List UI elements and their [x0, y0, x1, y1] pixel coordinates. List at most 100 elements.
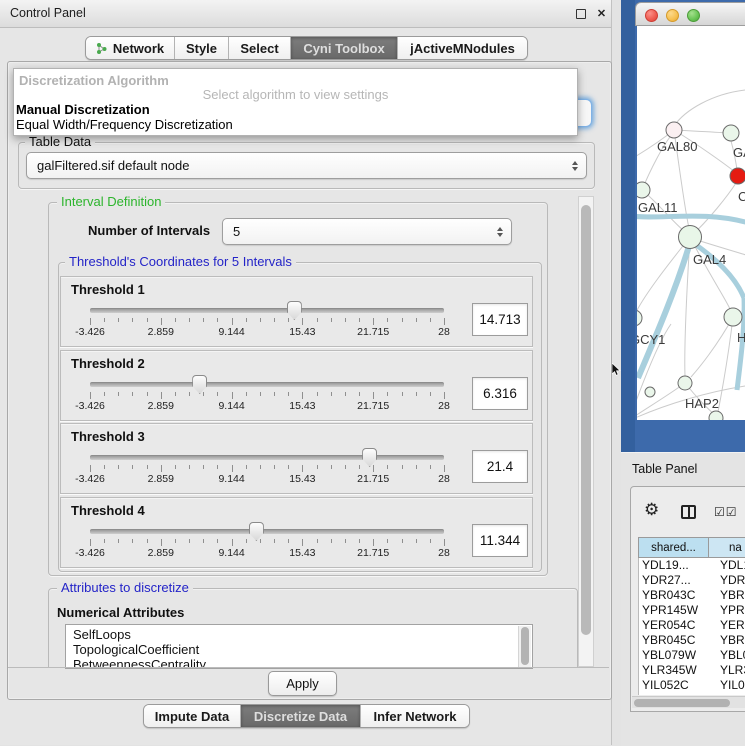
- threshold-label: Threshold 1: [71, 282, 145, 297]
- tab-impute-data[interactable]: Impute Data: [144, 705, 241, 727]
- close-traffic-light-icon[interactable]: [645, 9, 658, 22]
- threshold-value-field[interactable]: 11.344: [472, 524, 528, 557]
- slider-tick: [246, 392, 247, 396]
- tab-network[interactable]: Network: [86, 37, 175, 59]
- slider-track[interactable]: [90, 529, 444, 534]
- network-edge-thick[interactable]: [692, 242, 744, 298]
- table-row[interactable]: YBR043CYBR0: [639, 588, 745, 603]
- node-label-gal80: GAL80: [657, 139, 697, 154]
- column-layout-icon[interactable]: [681, 505, 696, 519]
- slider-tick: [189, 318, 190, 322]
- table-horizontal-scrollbar[interactable]: [632, 696, 745, 708]
- network-edge[interactable]: [674, 90, 745, 126]
- attributes-scrollbar-thumb[interactable]: [521, 627, 529, 665]
- content-scrollbar-thumb[interactable]: [581, 205, 591, 635]
- tab-cyni-toolbox[interactable]: Cyni Toolbox: [291, 37, 398, 59]
- slider-thumb[interactable]: [249, 522, 264, 541]
- tab-style[interactable]: Style: [175, 37, 229, 59]
- network-edge-thick[interactable]: [637, 216, 745, 223]
- tab-jactivemnodules[interactable]: jActiveMNodules: [398, 37, 527, 59]
- column-header-name[interactable]: na: [708, 537, 745, 558]
- network-edge[interactable]: [637, 383, 685, 416]
- slider-tick: [132, 392, 133, 396]
- slider-track[interactable]: [90, 382, 444, 387]
- number-of-intervals-spinner[interactable]: 5: [222, 218, 512, 245]
- cell-shared-name: YDL19...: [642, 558, 689, 572]
- network-node[interactable]: [637, 182, 650, 198]
- table-row[interactable]: YBL079WYBL0: [639, 648, 745, 663]
- tab-label: Cyni Toolbox: [303, 41, 384, 56]
- network-view-canvas[interactable]: GAL80GACGAL11GAL4GCY1HHAP2: [637, 26, 745, 420]
- slider-tick: [118, 465, 119, 469]
- attribute-item-selfloops[interactable]: SelfLoops: [73, 627, 131, 642]
- slider-tick-label: 21.715: [343, 473, 403, 485]
- cell-shared-name: YBR043C: [642, 588, 695, 602]
- slider-tick: [147, 465, 148, 469]
- slider-tick: [189, 465, 190, 469]
- numerical-attributes-list[interactable]: SelfLoopsTopologicalCoefficientBetweenne…: [65, 624, 533, 669]
- table-data-group-title: Table Data: [25, 135, 95, 149]
- table-row[interactable]: YIL052CYIL0: [639, 678, 745, 693]
- algorithm-option-manual-discretization[interactable]: Manual Discretization: [16, 102, 150, 117]
- slider-tick: [416, 318, 417, 322]
- slider-tick: [260, 392, 261, 396]
- slider-thumb[interactable]: [362, 448, 377, 467]
- table-row[interactable]: YER054CYER0: [639, 618, 745, 633]
- minimize-traffic-light-icon[interactable]: [666, 9, 679, 22]
- slider-tick: [118, 318, 119, 322]
- gear-icon[interactable]: ⚙: [644, 500, 659, 520]
- slider-tick: [373, 392, 374, 399]
- apply-button[interactable]: Apply: [268, 671, 337, 696]
- float-window-icon[interactable]: [576, 9, 586, 19]
- zoom-traffic-light-icon[interactable]: [687, 9, 700, 22]
- slider-tick: [302, 539, 303, 546]
- network-edge[interactable]: [691, 317, 733, 377]
- threshold-value-field[interactable]: 21.4: [472, 450, 528, 483]
- network-node[interactable]: [730, 168, 745, 184]
- column-header-shared-name[interactable]: shared...: [638, 537, 709, 558]
- content-scrollbar[interactable]: [578, 196, 594, 667]
- slider-tick-label: -3.426: [60, 326, 120, 338]
- tab-select[interactable]: Select: [229, 37, 291, 59]
- control-panel-window: Control Panel ✕ NetworkStyleSelect Cyni T…: [0, 0, 612, 745]
- checkbox-icons[interactable]: ☑☑: [714, 505, 738, 519]
- network-node[interactable]: [645, 387, 655, 397]
- close-icon[interactable]: ✕: [596, 9, 607, 20]
- algorithm-option-equal-width-frequency-discretization[interactable]: Equal Width/Frequency Discretization: [16, 117, 233, 132]
- table-data-combobox[interactable]: galFiltered.sif default node: [26, 152, 587, 179]
- network-node[interactable]: [679, 226, 702, 249]
- slider-tick: [132, 465, 133, 469]
- network-node[interactable]: [709, 411, 723, 420]
- cell-name: YIL0: [720, 678, 745, 692]
- table-horizontal-scrollbar-thumb[interactable]: [634, 699, 730, 707]
- slider-tick: [90, 539, 91, 546]
- attribute-item-topologicalcoefficient[interactable]: TopologicalCoefficient: [73, 642, 199, 657]
- table-row[interactable]: YPR145WYPR1: [639, 603, 745, 618]
- table-row[interactable]: YLR345WYLR3: [639, 663, 745, 678]
- slider-thumb[interactable]: [192, 375, 207, 394]
- attributes-scrollbar[interactable]: [518, 626, 531, 667]
- slider-tick-label: 15.43: [272, 326, 332, 338]
- table-row[interactable]: YDL19...YDL1: [639, 558, 745, 573]
- table-row[interactable]: YBR045CYBR0: [639, 633, 745, 648]
- network-graph: GAL80GACGAL11GAL4GCY1HHAP2: [637, 26, 745, 420]
- network-edge[interactable]: [718, 317, 733, 412]
- slider-track[interactable]: [90, 308, 444, 313]
- network-node[interactable]: [637, 310, 642, 326]
- tab-discretize-data[interactable]: Discretize Data: [241, 705, 361, 727]
- network-node[interactable]: [724, 308, 742, 326]
- main-window-titlebar[interactable]: [635, 2, 745, 26]
- threshold-value-field[interactable]: 14.713: [472, 303, 528, 336]
- slider-tick-label: 28: [414, 326, 474, 338]
- threshold-value-field[interactable]: 6.316: [472, 377, 528, 410]
- network-node[interactable]: [666, 122, 682, 138]
- slider-track[interactable]: [90, 455, 444, 460]
- network-node[interactable]: [723, 125, 739, 141]
- tab-infer-network[interactable]: Infer Network: [361, 705, 469, 727]
- control-panel-titlebar[interactable]: Control Panel ✕: [0, 0, 611, 28]
- slider-tick: [373, 318, 374, 325]
- network-edge-thick[interactable]: [638, 246, 689, 378]
- slider-tick-label: 28: [414, 473, 474, 485]
- table-row[interactable]: YDR27...YDR2: [639, 573, 745, 588]
- network-node[interactable]: [678, 376, 692, 390]
